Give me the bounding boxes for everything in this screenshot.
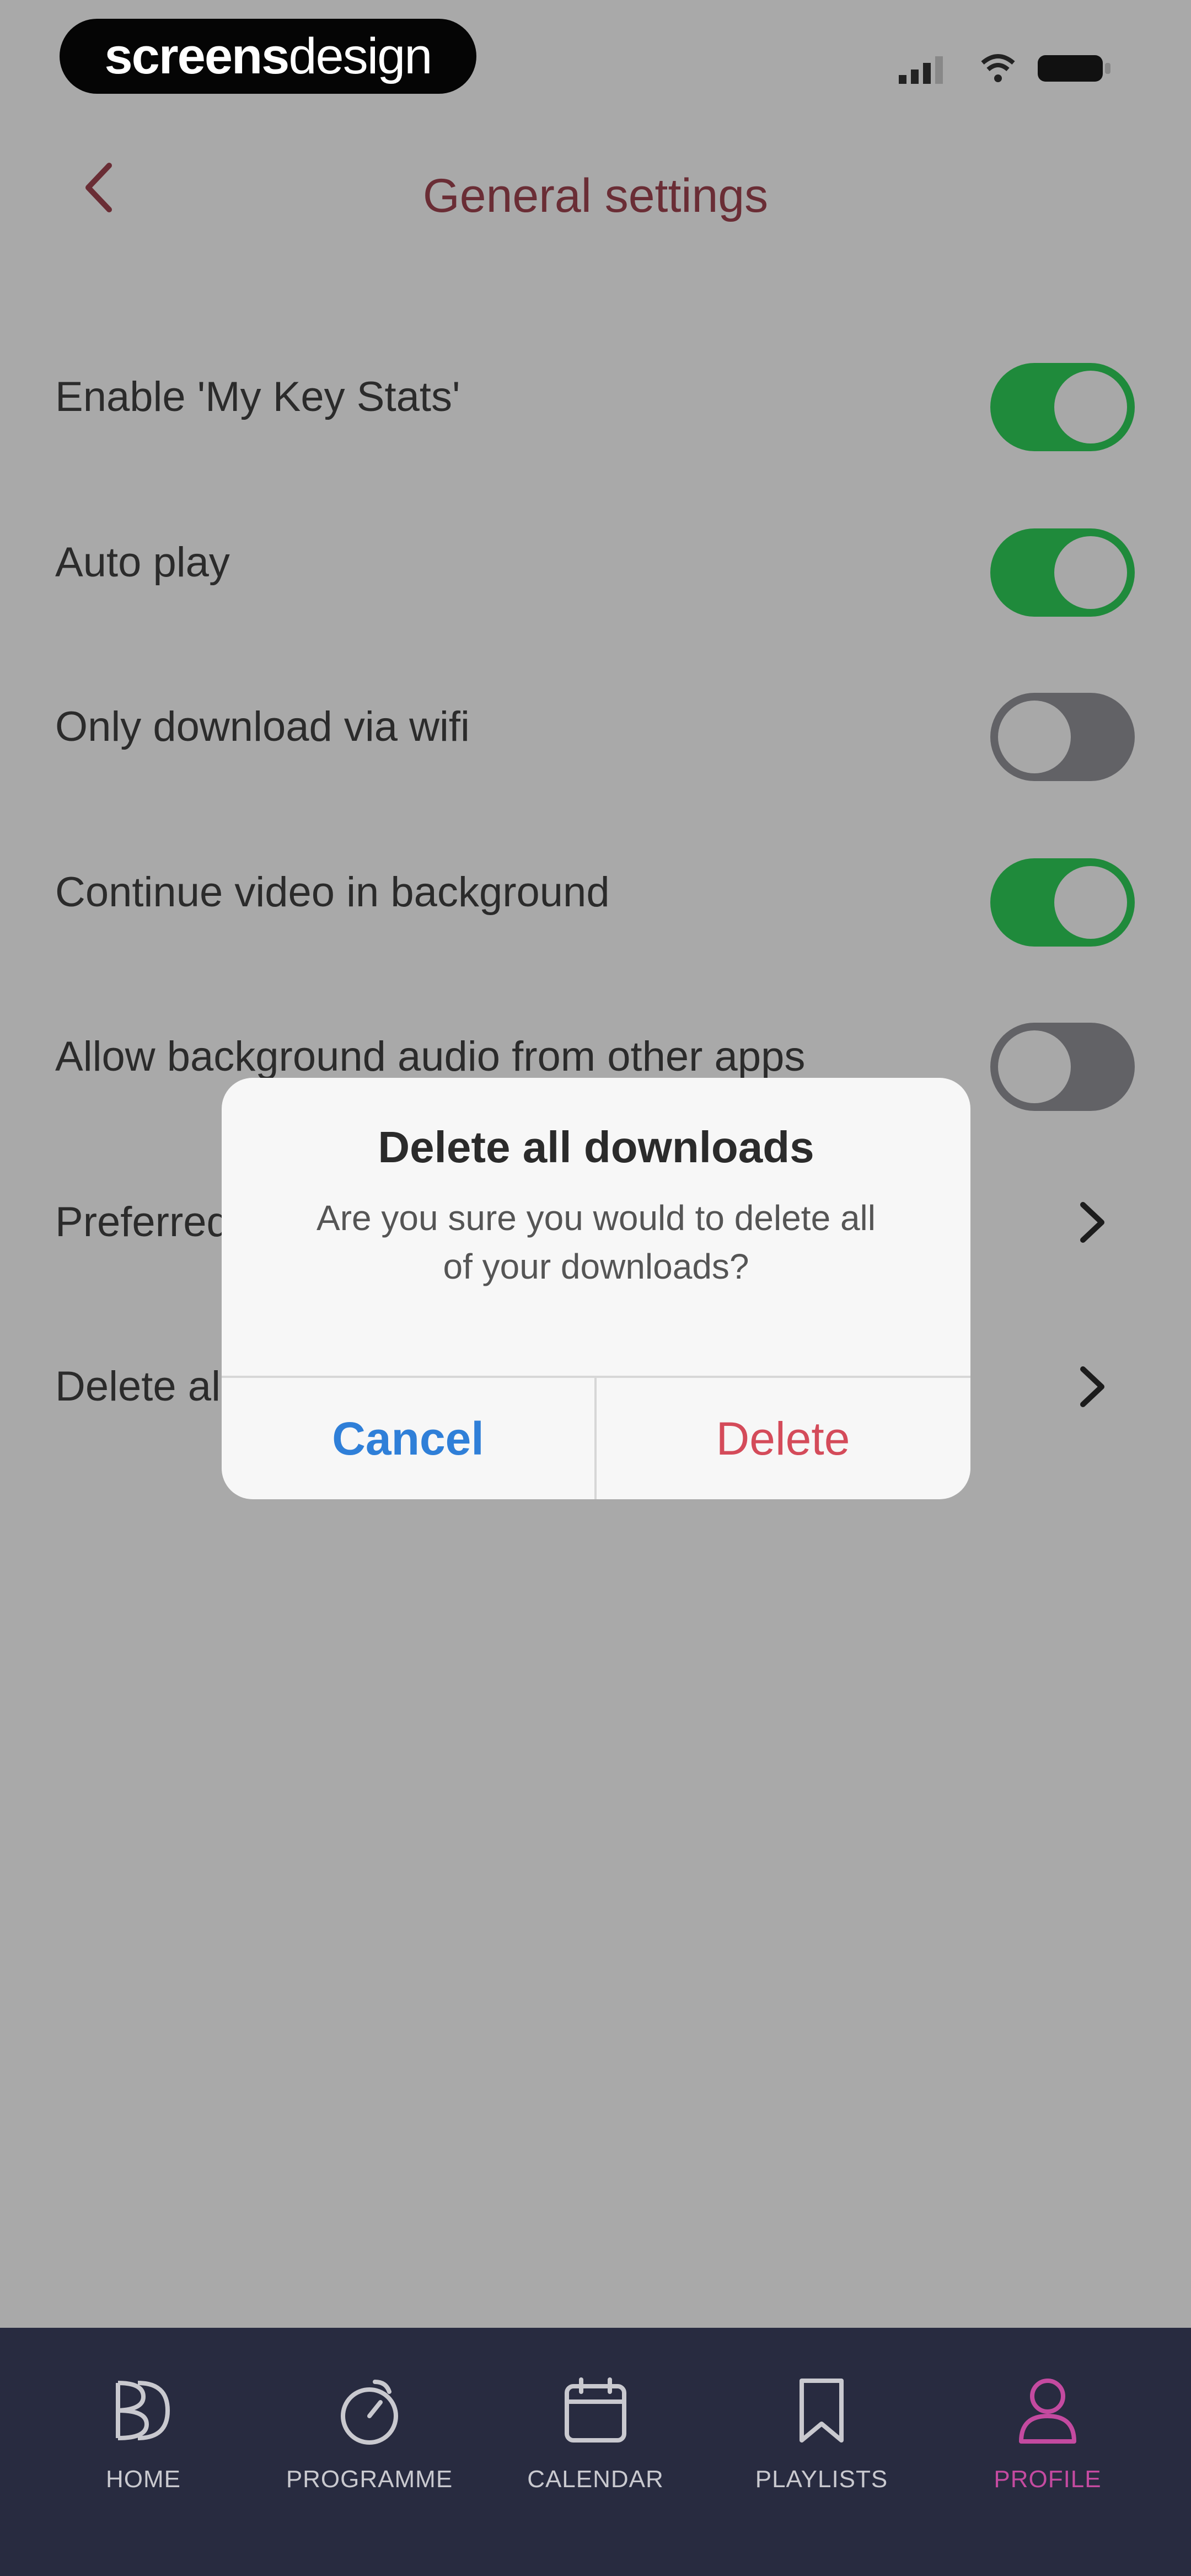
dialog-message-line: of your downloads?	[443, 1247, 749, 1286]
cancel-button[interactable]: Cancel	[222, 1378, 594, 1499]
toggle-switch[interactable]	[990, 1023, 1135, 1111]
back-button[interactable]	[66, 154, 132, 221]
toggle-knob	[1054, 371, 1127, 443]
tab-label: CALENDAR	[527, 2466, 664, 2493]
signal-icon	[899, 56, 943, 84]
brand-watermark: screensdesign	[60, 19, 476, 94]
tab-label: PLAYLISTS	[755, 2466, 888, 2493]
brand-light-text: design	[288, 28, 432, 84]
battery-icon	[1038, 55, 1110, 82]
tab-home[interactable]: HOME	[28, 2328, 259, 2576]
setting-row-auto-play: Auto play	[0, 480, 1191, 645]
dialog-message-line: Are you sure you would to delete all	[316, 1198, 876, 1238]
setting-label: Enable 'My Key Stats'	[55, 373, 460, 420]
delete-downloads-dialog: Delete all downloads Are you sure you wo…	[222, 1078, 970, 1499]
brand-bold-text: screens	[104, 28, 290, 84]
home-logo-icon	[116, 2381, 170, 2440]
toggle-knob	[998, 1030, 1071, 1103]
bookmark-icon	[800, 2379, 844, 2443]
profile-icon	[1019, 2379, 1076, 2444]
setting-row-wifi-only: Only download via wifi	[0, 644, 1191, 810]
chevron-right-icon	[1080, 1202, 1104, 1243]
programme-icon	[341, 2380, 398, 2445]
toggle-knob	[998, 701, 1071, 773]
tab-label: HOME	[106, 2466, 181, 2493]
setting-label: Preferred	[55, 1199, 230, 1246]
setting-label: Continue video in background	[55, 869, 610, 916]
dialog-message: Are you sure you would to delete all of …	[255, 1194, 937, 1291]
setting-label: Only download via wifi	[55, 703, 470, 750]
tab-profile[interactable]: PROFILE	[932, 2328, 1163, 2576]
page-title: General settings	[422, 169, 769, 222]
dialog-title: Delete all downloads	[378, 1123, 814, 1172]
tab-label: PROGRAMME	[286, 2466, 453, 2493]
chevron-left-icon	[85, 163, 112, 212]
tab-calendar[interactable]: CALENDAR	[480, 2328, 711, 2576]
tab-playlists[interactable]: PLAYLISTS	[706, 2328, 937, 2576]
tab-label: PROFILE	[994, 2466, 1102, 2493]
delete-button[interactable]: Delete	[597, 1378, 969, 1499]
status-bar: screensdesign	[0, 0, 1191, 110]
tab-programme[interactable]: PROGRAMME	[254, 2328, 485, 2576]
setting-label: Auto play	[55, 539, 230, 586]
wifi-icon	[981, 54, 1015, 82]
setting-row-background-video: Continue video in background	[0, 810, 1191, 975]
toggle-knob	[1054, 866, 1127, 939]
toggle-knob	[1054, 536, 1127, 609]
tab-bar: HOME PROGRAMME CALENDAR PLAYLISTS PROFIL…	[0, 2328, 1191, 2576]
calendar-icon	[565, 2377, 626, 2443]
toggle-switch[interactable]	[990, 858, 1135, 947]
toggle-switch[interactable]	[990, 363, 1135, 451]
chevron-right-icon	[1080, 1366, 1104, 1407]
setting-label: Delete al	[55, 1363, 221, 1410]
toggle-switch[interactable]	[990, 693, 1135, 781]
toggle-switch[interactable]	[990, 528, 1135, 617]
setting-row-key-stats: Enable 'My Key Stats'	[0, 314, 1191, 480]
